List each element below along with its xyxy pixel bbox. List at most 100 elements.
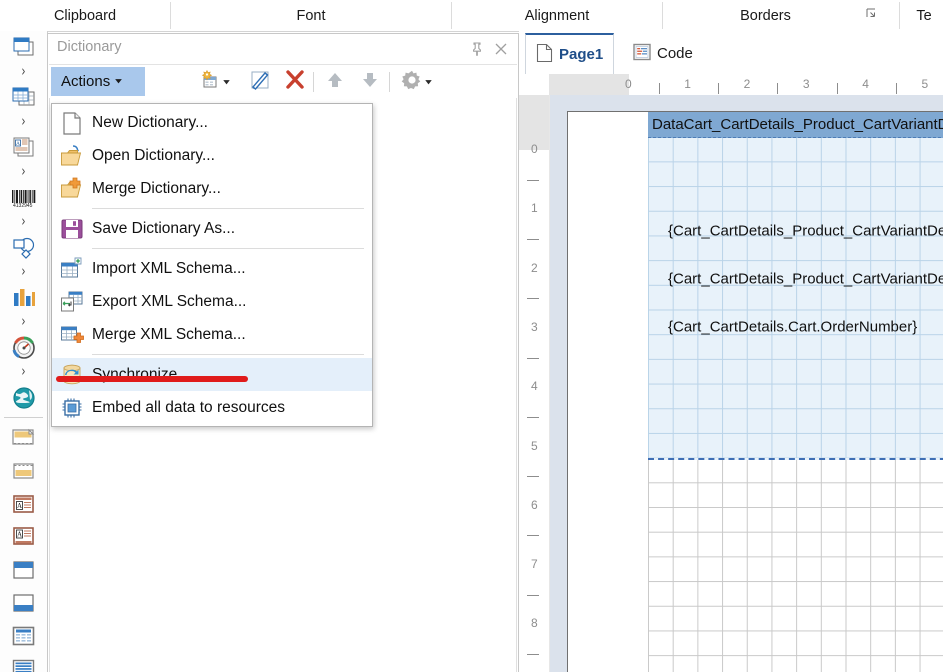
- tab-page1-label: Page1: [559, 46, 604, 63]
- svg-text:A: A: [17, 502, 22, 510]
- vruler-tick: [527, 654, 539, 656]
- menu-item-import-xml-schema[interactable]: Import XML Schema...: [52, 252, 372, 285]
- tab-code[interactable]: Code: [623, 33, 703, 74]
- ribbon-separator: [899, 2, 900, 29]
- vruler-label: 8: [531, 616, 538, 631]
- map-icon: [11, 386, 37, 410]
- actions-button-label: Actions: [61, 73, 111, 90]
- chevron-right-icon[interactable]: ›: [0, 214, 47, 231]
- data-band[interactable]: DataCart_CartDetails_Product_CartVariant…: [648, 112, 943, 460]
- borders-dialog-launcher[interactable]: [866, 8, 879, 21]
- toolbar-map-button[interactable]: [0, 381, 47, 414]
- settings-button[interactable]: [399, 69, 425, 95]
- dictionary-toolbar: Actions ▾ ▾ ▾: [49, 64, 517, 99]
- svg-text:4132945: 4132945: [13, 203, 33, 209]
- vertical-ruler: 0 1 2 3 4 5 6 7 8: [519, 95, 550, 672]
- resize-handle[interactable]: [665, 339, 672, 346]
- toolbar-shape-button[interactable]: [0, 231, 47, 264]
- red-x-icon: [284, 69, 306, 96]
- report-page[interactable]: DataCart_CartDetails_Product_CartVariant…: [567, 111, 943, 672]
- toolbar-rich-text-button[interactable]: A: [0, 131, 47, 164]
- resize-handle[interactable]: [665, 291, 672, 298]
- edit-button[interactable]: [247, 69, 273, 95]
- chevron-right-icon[interactable]: ›: [0, 314, 47, 331]
- resize-handle[interactable]: [665, 308, 672, 315]
- new-document-icon: [52, 106, 92, 139]
- toolbar-footer-band-button[interactable]: [0, 586, 47, 619]
- toolbar-group-header-band-button[interactable]: [0, 619, 47, 652]
- embed-chip-icon: [52, 391, 92, 424]
- resize-handle[interactable]: [665, 260, 672, 267]
- toolbar-page-footer-band-button[interactable]: [0, 454, 47, 487]
- tab-page1[interactable]: Page1: [525, 33, 615, 74]
- data-band-header[interactable]: DataCart_CartDetails_Product_CartVariant…: [648, 112, 943, 138]
- toolbar-chart-button[interactable]: [0, 281, 47, 314]
- close-icon[interactable]: [493, 41, 509, 57]
- ribbon-group-borders: Borders: [740, 7, 791, 24]
- chevron-down-icon[interactable]: ▾: [425, 78, 432, 87]
- ribbon-bar: Clipboard Font Alignment Borders Te: [0, 0, 943, 32]
- ribbon-group-alignment: Alignment: [524, 7, 590, 24]
- chart-icon: [11, 286, 37, 310]
- chevron-right-icon[interactable]: ›: [0, 364, 47, 381]
- vruler-label: 2: [531, 260, 538, 275]
- design-canvas[interactable]: DataCart_CartDetails_Product_CartVariant…: [550, 95, 943, 672]
- menu-item-open-dictionary[interactable]: Open Dictionary...: [52, 139, 372, 172]
- chevron-right-icon[interactable]: ›: [0, 164, 47, 181]
- edit-pencil-icon: [249, 69, 271, 96]
- chevron-right-icon[interactable]: ›: [0, 264, 47, 281]
- data-rows-band-icon: [11, 658, 37, 672]
- page-tabstrip: Page1 Code: [519, 31, 943, 75]
- hruler-label: 2: [743, 77, 751, 91]
- vruler-tick: [527, 298, 539, 300]
- toolbar-barcode-button[interactable]: 4132945: [0, 181, 47, 214]
- toolbar-report-title-band-button[interactable]: A: [0, 487, 47, 520]
- chevron-down-icon[interactable]: ▾: [223, 78, 230, 87]
- resize-handle[interactable]: [665, 243, 672, 250]
- menu-item-label: Save Dictionary As...: [92, 219, 236, 237]
- svg-text:A: A: [17, 530, 22, 538]
- ribbon-separator: [662, 2, 663, 29]
- delete-button[interactable]: [282, 69, 308, 95]
- vruler-tick: [527, 594, 539, 596]
- toolbar-report-pages-button[interactable]: [0, 31, 47, 64]
- toolbar-data-band-button[interactable]: [0, 81, 47, 114]
- toolbar-gauge-button[interactable]: [0, 331, 47, 364]
- page-document-icon: [536, 43, 553, 67]
- text-component-3[interactable]: {Cart_CartDetails.Cart.OrderNumber}: [665, 308, 943, 346]
- menu-item-label: Merge XML Schema...: [92, 325, 246, 343]
- hruler-tick: [895, 83, 897, 94]
- toolbar-header-band-button[interactable]: [0, 553, 47, 586]
- move-up-button[interactable]: [322, 69, 348, 95]
- tab-code-label: Code: [657, 45, 693, 62]
- new-item-button[interactable]: [197, 69, 223, 95]
- components-toolbar[interactable]: ››A›4132945››››AAA: [0, 31, 48, 672]
- pin-icon[interactable]: [469, 41, 485, 57]
- actions-button[interactable]: Actions ▾: [51, 67, 145, 96]
- synchronize-icon: [52, 358, 92, 391]
- menu-item-save-dictionary-as[interactable]: Save Dictionary As...: [52, 212, 372, 245]
- ribbon-separator: [170, 2, 171, 29]
- move-down-button[interactable]: [357, 69, 383, 95]
- resize-handle[interactable]: [665, 212, 672, 219]
- menu-item-embed-all-data-to-resources[interactable]: Embed all data to resources: [52, 391, 372, 424]
- text-component-2[interactable]: {Cart_CartDetails_Product_CartVariantDet…: [665, 260, 943, 298]
- menu-item-merge-dictionary[interactable]: Merge Dictionary...: [52, 172, 372, 205]
- ribbon-separator: [451, 2, 452, 29]
- menu-item-merge-xml-schema[interactable]: Merge XML Schema...: [52, 318, 372, 351]
- chevron-right-icon[interactable]: ›: [0, 114, 47, 131]
- actions-dropdown-menu[interactable]: New Dictionary... Open Dictionary... Merge…: [51, 103, 373, 427]
- hruler-tick: [717, 83, 719, 94]
- hruler-tick: [777, 83, 779, 94]
- menu-item-synchronize[interactable]: Synchronize: [52, 358, 372, 391]
- menu-item-export-xml-schema[interactable]: Export XML Schema...: [52, 285, 372, 318]
- toolbar-page-header-band-button[interactable]: [0, 421, 47, 454]
- menu-item-new-dictionary[interactable]: New Dictionary...: [52, 106, 372, 139]
- chevron-right-icon[interactable]: ›: [0, 64, 47, 81]
- toolbar-separator: [313, 72, 314, 92]
- text-component-1[interactable]: {Cart_CartDetails_Product_CartVariantDet…: [665, 212, 943, 250]
- text-component-value: {Cart_CartDetails.Cart.OrderNumber}: [668, 318, 918, 336]
- application-window: Clipboard Font Alignment Borders Te › › A › 4132…: [0, 0, 943, 672]
- toolbar-report-summary-band-button[interactable]: A: [0, 520, 47, 553]
- toolbar-data-rows-band-button[interactable]: [0, 652, 47, 672]
